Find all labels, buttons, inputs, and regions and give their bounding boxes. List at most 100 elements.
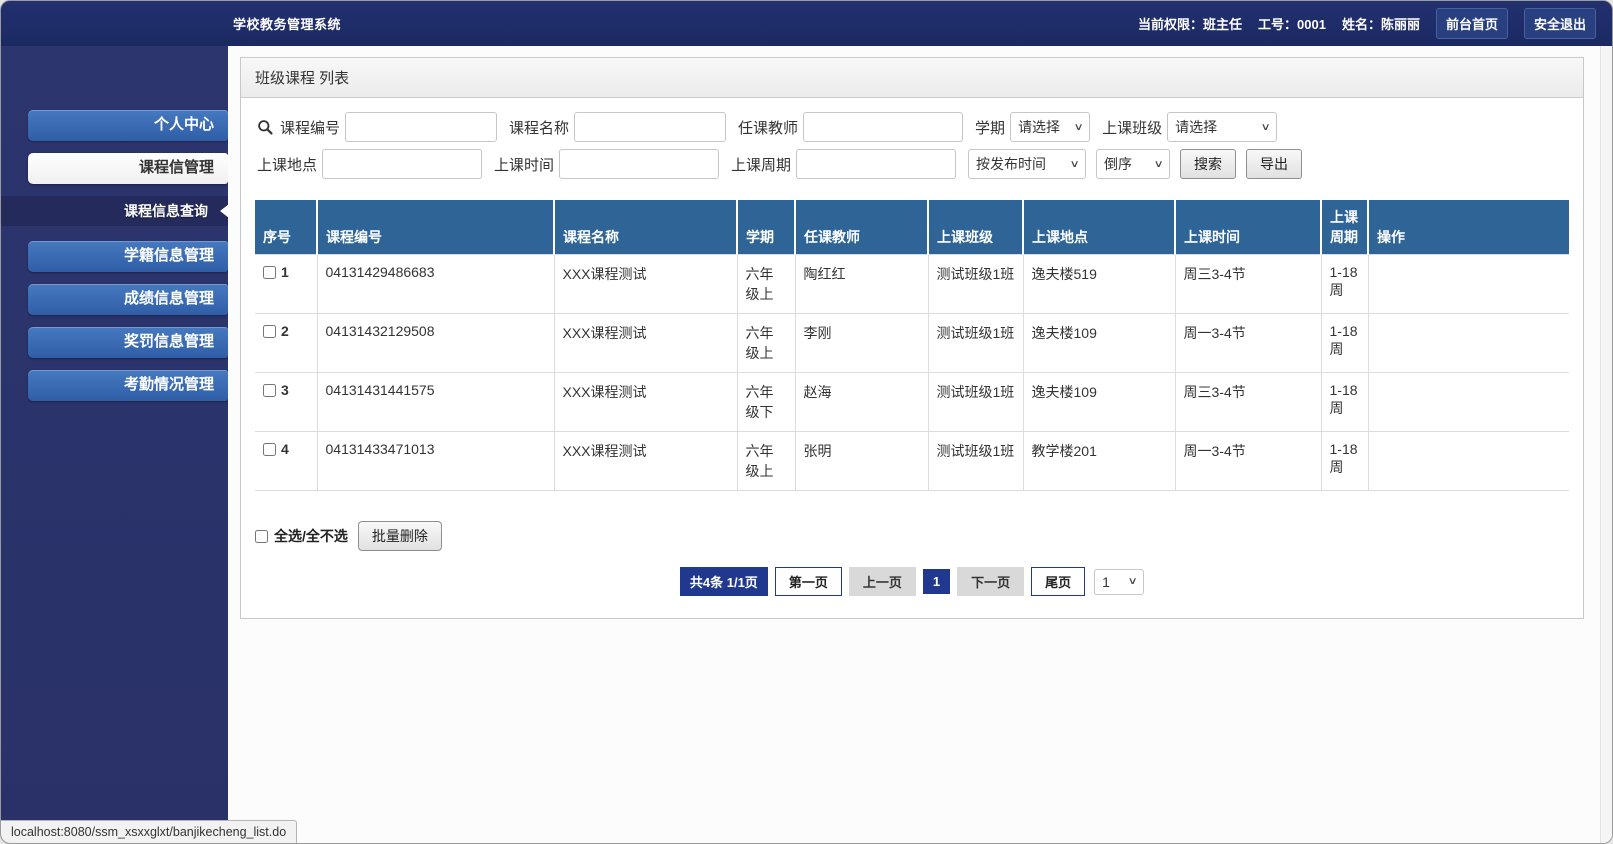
- chevron-down-icon: ∨: [1260, 121, 1271, 133]
- first-page-button[interactable]: 第一页: [774, 567, 842, 596]
- class-cell: 测试班级1班: [927, 254, 1024, 314]
- location-input[interactable]: [322, 149, 483, 179]
- page-select-value: 1: [1102, 573, 1110, 590]
- teacher-input[interactable]: [803, 112, 964, 142]
- course-list-panel: 班级课程 列表 课程编号 课程名称 任课教师 学期 请选择 ∨ 上课班级 请选择…: [240, 57, 1584, 619]
- class-select[interactable]: 请选择 ∨: [1167, 112, 1278, 142]
- batch-delete-button[interactable]: 批量删除: [357, 521, 442, 551]
- course-name-input[interactable]: [574, 112, 727, 142]
- col-header-index: 序号: [255, 200, 317, 255]
- sidebar-item-student-status-management[interactable]: 学籍信息管理: [28, 241, 228, 272]
- semester-label: 学期: [975, 119, 1006, 137]
- col-header-actions: 操作: [1367, 200, 1569, 255]
- page-title: 班级课程 列表: [241, 58, 1583, 98]
- period-input[interactable]: [796, 149, 957, 179]
- course-code-label: 课程编号: [280, 119, 341, 137]
- sidebar-item-reward-punishment-management[interactable]: 奖罚信息管理: [28, 327, 228, 358]
- browser-window: 学校教务管理系统 当前权限：班主任 工号：0001 姓名：陈丽丽 前台首页 安全…: [0, 0, 1613, 844]
- table-row: 1 04131429486683 XXX课程测试 六年级上 陶红红 测试班级1班…: [255, 254, 1569, 314]
- table-row: 2 04131432129508 XXX课程测试 六年级上 李刚 测试班级1班 …: [255, 313, 1569, 373]
- prev-page-button[interactable]: 上一页: [848, 567, 916, 596]
- semester-cell: 六年级上: [736, 431, 796, 491]
- last-page-button[interactable]: 尾页: [1031, 567, 1086, 596]
- semester-select[interactable]: 请选择 ∨: [1010, 112, 1091, 142]
- sidebar-item-personal-center[interactable]: 个人中心: [28, 110, 228, 141]
- sidebar-item-grade-info-management[interactable]: 成绩信息管理: [28, 284, 228, 315]
- courses-table: 序号 课程编号 课程名称 学期 任课教师 上课班级 上课地点 上课时间 上课周期…: [255, 200, 1569, 491]
- semester-cell: 六年级下: [736, 372, 796, 432]
- bulk-actions: 全选/全不选 批量删除: [255, 521, 1569, 551]
- col-header-course-name: 课程名称: [553, 200, 737, 255]
- row-index: 4: [281, 441, 289, 457]
- location-cell: 教学楼201: [1022, 431, 1176, 491]
- top-bar-user-area: 当前权限：班主任 工号：0001 姓名：陈丽丽 前台首页 安全退出: [1138, 8, 1596, 39]
- logout-button[interactable]: 安全退出: [1523, 8, 1596, 39]
- sidebar-item-attendance-management[interactable]: 考勤情况管理: [28, 370, 228, 401]
- col-header-class: 上课班级: [927, 200, 1023, 255]
- page-select[interactable]: 1 ∨: [1094, 568, 1145, 595]
- sidebar-item-course-info-management[interactable]: 课程信管理: [28, 153, 228, 184]
- user-name-text: 姓名：陈丽丽: [1341, 17, 1420, 32]
- time-input[interactable]: [559, 149, 720, 179]
- chevron-down-icon: ∨: [1127, 576, 1138, 587]
- row-index: 2: [281, 323, 289, 339]
- next-page-button[interactable]: 下一页: [957, 567, 1025, 596]
- course-name-cell: XXX课程测试: [553, 431, 738, 491]
- action-cell: [1367, 254, 1569, 314]
- teacher-cell: 张明: [794, 431, 929, 491]
- row-checkbox[interactable]: [263, 266, 276, 279]
- search-button[interactable]: 搜索: [1180, 149, 1237, 179]
- app-title: 学校教务管理系统: [233, 17, 342, 32]
- course-code-input[interactable]: [345, 112, 498, 142]
- period-cell: 1-18周: [1320, 431, 1369, 491]
- course-code-cell: 04131431441575: [316, 372, 555, 432]
- teacher-cell: 李刚: [794, 313, 929, 373]
- teacher-cell: 赵海: [794, 372, 929, 432]
- sort-order-select[interactable]: 倒序 ∨: [1096, 149, 1171, 179]
- col-header-time: 上课时间: [1174, 200, 1321, 255]
- period-label: 上课周期: [731, 156, 792, 174]
- status-bar: localhost:8080/ssm_xsxxglxt/banjikecheng…: [1, 820, 298, 843]
- class-cell: 测试班级1班: [927, 431, 1024, 491]
- time-cell: 周一3-4节: [1174, 313, 1322, 373]
- select-all-checkbox[interactable]: [255, 529, 268, 543]
- row-checkbox[interactable]: [263, 384, 276, 397]
- time-cell: 周三3-4节: [1174, 254, 1322, 314]
- sidebar: 个人中心 课程信管理 课程信息查询 学籍信息管理 成绩信息管理 奖罚信息管理 考…: [1, 46, 229, 843]
- search-row-2: 上课地点 上课时间 上课周期 按发布时间 ∨ 倒序 ∨ 搜索 导出: [255, 149, 1569, 179]
- table-row: 4 04131433471013 XXX课程测试 六年级上 张明 测试班级1班 …: [255, 431, 1569, 491]
- sidebar-subitem-course-info-query[interactable]: 课程信息查询: [1, 196, 229, 226]
- search-icon: [257, 119, 274, 136]
- row-checkbox[interactable]: [263, 325, 276, 338]
- table-row: 3 04131431441575 XXX课程测试 六年级下 赵海 测试班级1班 …: [255, 372, 1569, 432]
- period-cell: 1-18周: [1320, 313, 1369, 373]
- table-header-row: 序号 课程编号 课程名称 学期 任课教师 上课班级 上课地点 上课时间 上课周期…: [255, 200, 1569, 255]
- row-checkbox[interactable]: [263, 443, 276, 456]
- col-header-semester: 学期: [736, 200, 795, 255]
- semester-cell: 六年级上: [736, 313, 796, 373]
- class-cell: 测试班级1班: [927, 313, 1024, 373]
- class-cell: 测试班级1班: [927, 372, 1024, 432]
- export-button[interactable]: 导出: [1246, 149, 1303, 179]
- action-cell: [1367, 313, 1569, 373]
- front-home-button[interactable]: 前台首页: [1435, 8, 1508, 39]
- scrollbar[interactable]: [1600, 46, 1612, 843]
- course-code-cell: 04131432129508: [316, 313, 555, 373]
- sort-field-select[interactable]: 按发布时间 ∨: [968, 149, 1087, 179]
- select-all-label: 全选/全不选: [274, 528, 348, 544]
- course-name-cell: XXX课程测试: [553, 372, 738, 432]
- time-cell: 周一3-4节: [1174, 431, 1322, 491]
- top-bar: 学校教务管理系统 当前权限：班主任 工号：0001 姓名：陈丽丽 前台首页 安全…: [1, 1, 1612, 46]
- current-permission-text: 当前权限：班主任: [1138, 17, 1243, 32]
- row-index: 3: [281, 382, 289, 398]
- course-code-cell: 04131433471013: [316, 431, 555, 491]
- class-label: 上课班级: [1102, 119, 1163, 137]
- action-cell: [1367, 372, 1569, 432]
- semester-select-value: 请选择: [1018, 119, 1061, 135]
- course-code-cell: 04131429486683: [316, 254, 555, 314]
- chevron-down-icon: ∨: [1073, 121, 1084, 133]
- time-label: 上课时间: [494, 156, 555, 174]
- location-label: 上课地点: [257, 156, 318, 174]
- teacher-label: 任课教师: [738, 119, 799, 137]
- col-header-period: 上课周期: [1320, 200, 1368, 255]
